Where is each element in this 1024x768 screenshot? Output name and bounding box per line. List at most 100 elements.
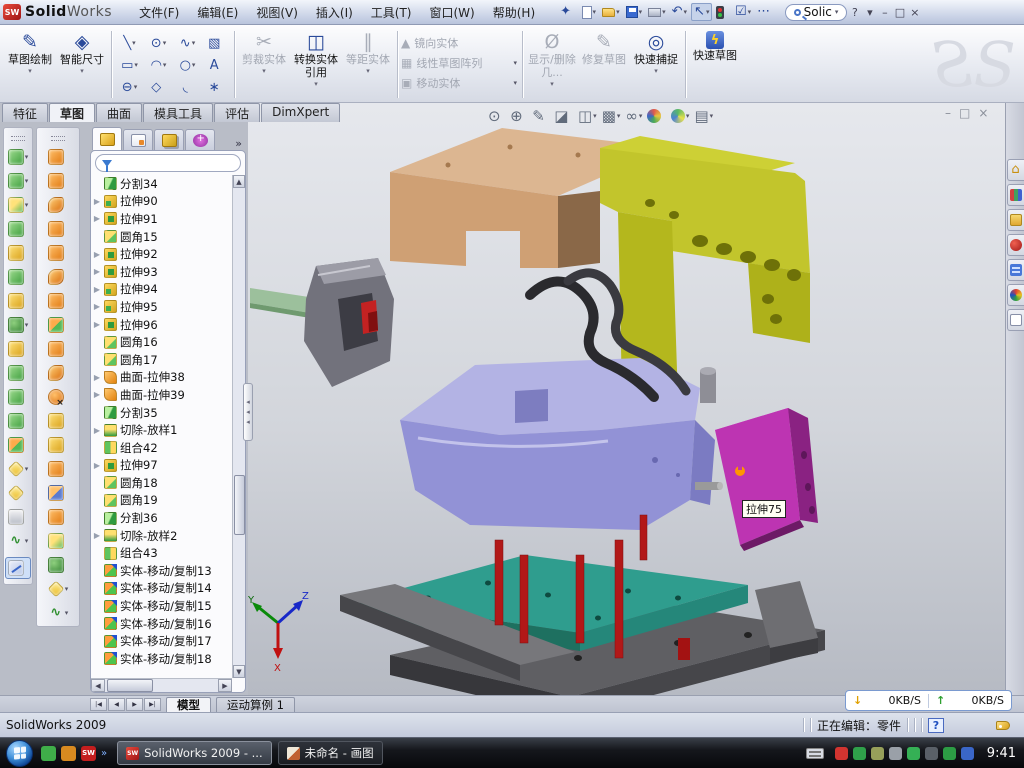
tree-item[interactable]: ▶ 实体-移动/复制16 xyxy=(93,615,232,633)
offset-entities-button[interactable]: ∥ 等距实体 ▾ xyxy=(342,27,394,102)
freeform-icon[interactable]: ▾ xyxy=(48,317,69,333)
linear-pattern-icon[interactable]: ▾ xyxy=(8,317,29,333)
tree-item[interactable]: ▶ 曲面-拉伸39 xyxy=(93,386,232,404)
antivirus-tray-icon[interactable] xyxy=(835,747,848,760)
appearances-scenes-tab[interactable] xyxy=(1007,284,1024,306)
quick-launch-solidworks-icon[interactable]: SW xyxy=(81,746,96,761)
zoom-area-icon[interactable]: ⊕▾ xyxy=(509,107,528,125)
restore-button[interactable]: □ xyxy=(892,6,907,19)
dimxpertmanager-tab[interactable] xyxy=(185,129,215,150)
doc-close-button[interactable]: × xyxy=(978,106,988,120)
help-dropdown-icon[interactable]: ▾ xyxy=(862,6,877,19)
tab-nav-button[interactable]: |◀ xyxy=(90,698,107,711)
menu-item[interactable]: 帮助(H) xyxy=(484,1,544,24)
tree-horizontal-scrollbar[interactable]: ◀ ▶ xyxy=(91,678,232,692)
view-palette-tab[interactable] xyxy=(1007,259,1024,281)
solidworks-resources-tab[interactable]: ⌂ xyxy=(1007,159,1024,181)
taskbar-clock[interactable]: 9:41 xyxy=(987,746,1016,761)
menu-item[interactable]: 视图(V) xyxy=(247,1,307,24)
boundary-surface-icon[interactable]: ▾ xyxy=(48,245,69,261)
parting-surface-icon[interactable]: ▾ xyxy=(48,437,69,453)
tree-item[interactable]: ▶ 分割36 xyxy=(93,509,232,527)
new-document-icon[interactable]: ▾ xyxy=(580,5,599,20)
tree-item[interactable]: ▶ 曲面-拉伸38 xyxy=(93,369,232,387)
design-library-tab[interactable] xyxy=(1007,184,1024,206)
status-help-button[interactable]: ? xyxy=(928,718,944,733)
command-tab[interactable]: 曲面 xyxy=(96,103,142,122)
display-style-icon[interactable]: ▩▾ xyxy=(601,107,622,125)
tree-item[interactable]: ▶ 圆角15 xyxy=(93,228,232,246)
sync-tray-icon[interactable] xyxy=(907,747,920,760)
rebuild-icon[interactable]: ▾ xyxy=(714,5,731,20)
task-paint[interactable]: 未命名 - 画图 xyxy=(278,741,383,765)
curves-icon[interactable]: ▾ xyxy=(8,533,29,549)
surface-ref-geometry-icon[interactable]: ▾ xyxy=(48,581,69,597)
quick-launch-overflow[interactable]: » xyxy=(101,748,107,759)
sketch-fillet-icon[interactable]: ◟▾ xyxy=(173,76,202,98)
selection-box-icon[interactable]: ▧▾ xyxy=(202,32,231,54)
tab-nav-button[interactable]: ▶| xyxy=(144,698,161,711)
polygon-icon[interactable]: ◇▾ xyxy=(144,76,173,98)
extend-surface-icon[interactable]: ▾ xyxy=(48,461,69,477)
scroll-left-icon[interactable]: ◀ xyxy=(91,679,105,692)
pin-icon[interactable]: ✦▾ xyxy=(558,4,577,20)
menu-item[interactable]: 窗口(W) xyxy=(421,1,484,24)
document-tab[interactable]: 模型 xyxy=(166,697,211,712)
smart-dimension-button[interactable]: ◈ 智能尺寸 ▾ xyxy=(56,27,108,102)
help-button[interactable]: ? xyxy=(847,6,862,19)
apply-scene-icon[interactable]: ▾ xyxy=(670,109,691,123)
rib-icon[interactable]: ▾ xyxy=(8,341,29,357)
replace-face-icon[interactable]: ▾ xyxy=(48,413,69,429)
point-icon[interactable]: ∗▾ xyxy=(202,76,231,98)
tab-nav-button[interactable]: ▶ xyxy=(126,698,143,711)
combine-icon[interactable]: ▾ xyxy=(8,413,29,429)
draft-icon[interactable]: ▾ xyxy=(8,365,29,381)
delete-face-icon[interactable]: ▾ xyxy=(48,389,69,405)
hscroll-thumb[interactable] xyxy=(107,679,153,692)
surface-curves-icon[interactable]: ▾ xyxy=(48,605,69,621)
view-settings-icon[interactable]: ▤▾ xyxy=(693,107,714,125)
mirror-entities-button[interactable]: ▲镜向实体▾ xyxy=(401,33,519,53)
view-orientation-icon[interactable]: ◫▾ xyxy=(577,107,598,125)
open-icon[interactable]: ▾ xyxy=(600,7,622,18)
graphics-area[interactable]: Y Z X xyxy=(248,103,1005,695)
tab-nav-button[interactable]: ◀ xyxy=(108,698,125,711)
reference-geometry-icon[interactable]: ▾ xyxy=(8,461,29,477)
custom-properties-tab[interactable] xyxy=(1007,309,1024,331)
content-central-tab[interactable] xyxy=(1007,234,1024,256)
repair-sketch-button[interactable]: ✎ 修复草图 ▾ xyxy=(578,27,630,102)
tree-item[interactable]: ▶ 分割34 xyxy=(93,175,232,193)
configurationmanager-tab[interactable] xyxy=(154,129,184,150)
mirror-feature-icon[interactable]: ▾ xyxy=(8,389,29,405)
close-button[interactable]: × xyxy=(907,6,922,19)
filled-surface-icon[interactable]: ▾ xyxy=(48,269,69,285)
hide-show-items-icon[interactable]: ∞▾ xyxy=(624,107,643,125)
swept-boss-icon[interactable]: ▾ xyxy=(8,221,29,237)
network-tray-icon[interactable] xyxy=(925,747,938,760)
doc-minimize-button[interactable]: – xyxy=(945,106,951,120)
move-copy-body-icon[interactable]: ▾ xyxy=(8,437,29,453)
scroll-thumb[interactable] xyxy=(234,475,245,535)
menu-item[interactable]: 编辑(E) xyxy=(188,1,247,24)
planar-surface-icon[interactable]: ▾ xyxy=(48,293,69,309)
minimize-button[interactable]: – xyxy=(877,6,892,19)
tree-item[interactable]: ▶ 组合42 xyxy=(93,439,232,457)
tree-item[interactable]: ▶ 拉伸93 xyxy=(93,263,232,281)
print-icon[interactable]: ▾ xyxy=(646,7,668,18)
search-dropdown-icon[interactable]: ▾ xyxy=(835,8,839,16)
command-tab[interactable]: 草图 xyxy=(49,103,95,122)
tree-item[interactable]: ▶ 切除-放样2 xyxy=(93,527,232,545)
linear-sketch-pattern-button[interactable]: ▦线性草图阵列▾ xyxy=(401,53,519,73)
start-button[interactable] xyxy=(6,740,33,767)
scroll-right-icon[interactable]: ▶ xyxy=(218,679,232,692)
tree-filter-input[interactable] xyxy=(95,154,241,172)
zoom-selection-icon[interactable]: ✎▾ xyxy=(531,107,550,125)
propertymanager-tab[interactable] xyxy=(123,129,153,150)
tree-item[interactable]: ▶ 拉伸94 xyxy=(93,281,232,299)
command-tab[interactable]: DimXpert xyxy=(261,103,340,122)
command-tab[interactable]: 评估 xyxy=(214,103,260,122)
command-tab[interactable]: 特征 xyxy=(2,103,48,122)
swept-surface-icon[interactable]: ▾ xyxy=(48,197,69,213)
tree-item[interactable]: ▶ 实体-移动/复制13 xyxy=(93,562,232,580)
tree-item[interactable]: ▶ 拉伸96 xyxy=(93,316,232,334)
